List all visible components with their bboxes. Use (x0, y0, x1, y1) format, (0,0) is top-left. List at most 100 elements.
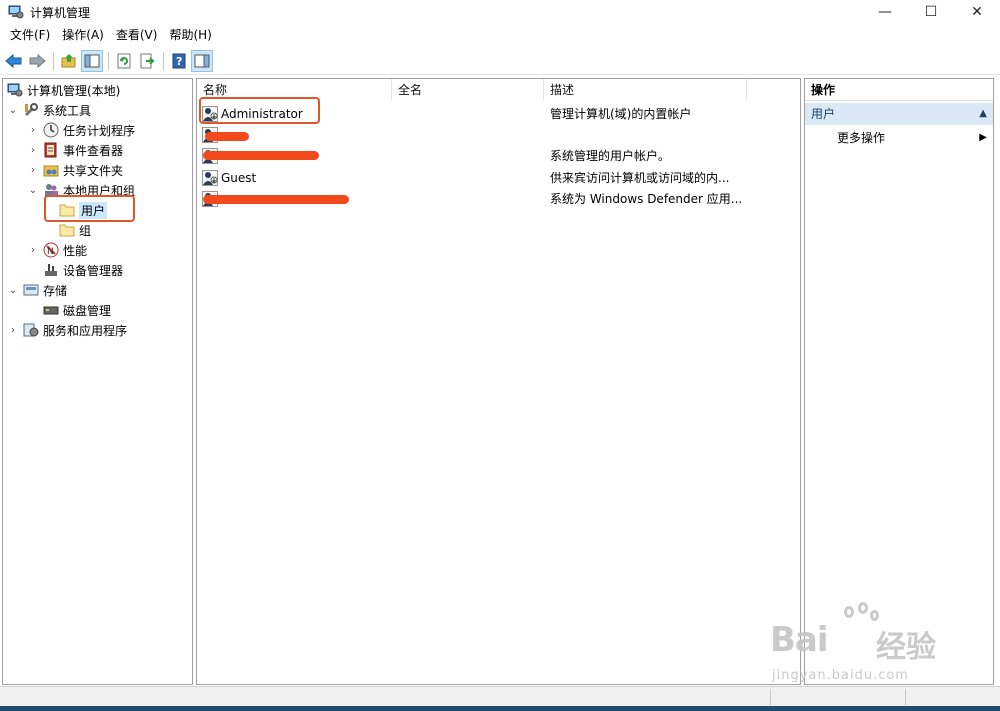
chevron-right-icon[interactable]: › (27, 125, 39, 136)
tree-item-shared-folders[interactable]: › 共享文件夹 (27, 160, 123, 180)
menu-action[interactable]: 操作(A) (56, 25, 110, 45)
menu-help[interactable]: 帮助(H) (163, 25, 217, 45)
status-segment (770, 689, 771, 705)
user-list[interactable]: 名称 全名 描述 Administrator 管理计算机(域)的内置帐户 系统管… (196, 78, 801, 685)
actions-section-users[interactable]: 用户 ▲ (805, 103, 993, 125)
shared-folder-icon (43, 162, 59, 178)
user-row-guest[interactable]: Guest 供来宾访问计算机或访问域的内... (197, 168, 797, 188)
event-viewer-icon (43, 142, 59, 158)
more-actions-label: 更多操作 (837, 131, 886, 145)
tree-item-storage[interactable]: ⌄ 存储 (7, 280, 67, 300)
back-icon[interactable] (3, 50, 25, 72)
tree-label: 任务计划程序 (63, 123, 136, 138)
toolbar: ? (0, 47, 1000, 75)
baidu-jingyan-watermark: Bai 经验 jingyan.baidu.com (770, 602, 970, 692)
user-name: Guest (221, 171, 257, 185)
toolbar-separator (163, 51, 164, 70)
tree-label: 服务和应用程序 (43, 323, 128, 338)
chevron-down-icon[interactable]: ⌄ (7, 105, 19, 116)
tree-item-groups[interactable]: 组 (59, 220, 91, 240)
chevron-right-icon[interactable]: › (7, 325, 19, 336)
menu-file[interactable]: 文件(F) (4, 25, 56, 45)
user-row[interactable]: 系统管理的用户帐户。 (197, 146, 797, 166)
actions-section-label: 用户 (811, 107, 836, 121)
tree-label: 计算机管理(本地) (27, 83, 121, 98)
highlight-box (199, 97, 320, 124)
paw-mark (858, 602, 868, 614)
svg-text:N: N (47, 247, 54, 257)
user-description (550, 125, 750, 145)
tree-label: 共享文件夹 (63, 163, 124, 178)
tree-item-task-scheduler[interactable]: › 任务计划程序 (27, 120, 135, 140)
console-tree[interactable]: 计算机管理(本地) ⌄ 系统工具 › 任务计划程序 › 事件查看器 › 共享文件… (2, 78, 193, 685)
forward-icon[interactable] (26, 50, 48, 72)
tree-label: 设备管理器 (63, 263, 124, 278)
action-pane-icon[interactable] (191, 49, 213, 72)
highlight-box (44, 195, 135, 222)
services-icon (23, 322, 39, 338)
tree-label: 磁盘管理 (63, 303, 112, 318)
computer-icon (7, 82, 23, 98)
show-hide-tree-icon[interactable] (81, 49, 103, 72)
title-bar: 计算机管理 — ☐ ✕ (0, 0, 1000, 24)
actions-pane: 操作 用户 ▲ 更多操作 ▶ (804, 78, 994, 685)
toolbar-separator (108, 51, 109, 70)
collapse-up-icon[interactable]: ▲ (979, 103, 987, 125)
disk-icon (43, 302, 59, 318)
maximize-button[interactable]: ☐ (908, 0, 954, 24)
tree-item-system-tools[interactable]: ⌄ 系统工具 (7, 100, 91, 120)
watermark-url: jingyan.baidu.com (772, 668, 909, 683)
status-segment (905, 689, 906, 705)
desktop-edge (0, 706, 1000, 711)
performance-icon: N (43, 242, 59, 258)
actions-header: 操作 (805, 79, 993, 101)
user-fullname (398, 104, 543, 124)
more-actions-item[interactable]: 更多操作 ▶ (805, 127, 993, 149)
column-header-fullname[interactable]: 全名 (392, 79, 544, 101)
tools-icon (23, 102, 39, 118)
redaction-mark (203, 151, 319, 160)
window-title: 计算机管理 (30, 5, 91, 20)
chevron-right-icon[interactable]: › (27, 165, 39, 176)
tree-label: 组 (79, 223, 92, 238)
chevron-down-icon[interactable]: ⌄ (7, 285, 19, 296)
user-row[interactable]: 系统为 Windows Defender 应用... (197, 189, 797, 209)
help-icon[interactable]: ? (168, 50, 190, 72)
tree-item-services-apps[interactable]: › 服务和应用程序 (7, 320, 127, 340)
tree-item-performance[interactable]: › N 性能 (27, 240, 87, 260)
chevron-down-icon[interactable]: ⌄ (27, 185, 39, 196)
redaction-mark (203, 195, 349, 204)
paw-mark (844, 606, 854, 618)
minimize-button[interactable]: — (862, 0, 908, 24)
computer-management-icon (8, 4, 24, 20)
menu-bar: 文件(F) 操作(A) 查看(V) 帮助(H) (0, 24, 1000, 46)
column-header-description[interactable]: 描述 (544, 79, 747, 101)
tree-item-disk-management[interactable]: 磁盘管理 (43, 300, 111, 320)
refresh-icon[interactable] (113, 50, 135, 72)
tree-item-device-manager[interactable]: 设备管理器 (43, 260, 123, 280)
user-description: 系统为 Windows Defender 应用... (550, 192, 743, 206)
menu-view[interactable]: 查看(V) (110, 25, 164, 45)
tree-item-event-viewer[interactable]: › 事件查看器 (27, 140, 123, 160)
watermark-brand-cn: 经验 (876, 630, 936, 665)
watermark-brand: Bai (770, 620, 829, 660)
chevron-right-icon[interactable]: › (27, 245, 39, 256)
toolbar-separator (53, 51, 54, 70)
user-description: 管理计算机(域)的内置帐户 (550, 107, 692, 121)
user-description: 系统管理的用户帐户。 (550, 149, 671, 163)
clock-icon (43, 122, 59, 138)
tree-label: 性能 (63, 243, 88, 258)
up-folder-icon[interactable] (58, 50, 80, 72)
tree-item-root[interactable]: 计算机管理(本地) (7, 80, 120, 100)
submenu-arrow-icon: ▶ (979, 132, 987, 143)
redaction-mark (205, 132, 249, 141)
chevron-right-icon[interactable]: › (27, 145, 39, 156)
status-bar (0, 686, 1000, 706)
user-icon (202, 170, 218, 186)
tree-label: 系统工具 (43, 103, 92, 118)
export-list-icon[interactable] (136, 50, 158, 72)
folder-icon (59, 222, 75, 238)
close-button[interactable]: ✕ (954, 0, 1000, 24)
user-row[interactable] (197, 125, 797, 145)
user-description: 供来宾访问计算机或访问域的内... (550, 171, 730, 185)
